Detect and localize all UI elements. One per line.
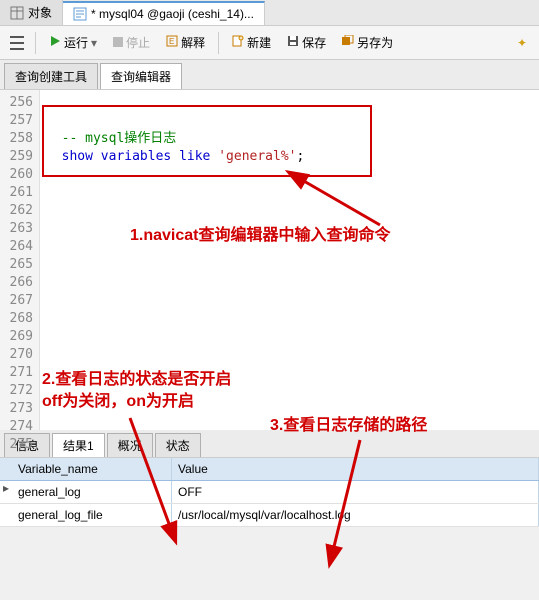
query-subtabs: 查询创建工具 查询编辑器 <box>0 60 539 90</box>
keyword: variables <box>101 149 171 164</box>
new-button[interactable]: 新建 <box>226 31 277 54</box>
semicolon: ; <box>297 149 305 164</box>
editor-area: 256 257 258 259 260 261 262 263 264 265 … <box>0 90 539 430</box>
save-button[interactable]: 保存 <box>281 31 332 54</box>
explain-label: 解释 <box>181 34 205 51</box>
save-label: 保存 <box>302 34 326 51</box>
cell-value: OFF <box>172 481 539 503</box>
line-number: 271 <box>0 364 33 382</box>
current-row-icon: ▸ <box>0 481 12 503</box>
string: 'general%' <box>218 149 296 164</box>
tab-label: 对象 <box>28 4 52 21</box>
stop-label: 停止 <box>126 34 150 51</box>
saveas-icon <box>342 35 354 50</box>
line-gutter: 256 257 258 259 260 261 262 263 264 265 … <box>0 90 40 430</box>
rtab-result1[interactable]: 结果1 <box>52 433 105 457</box>
save-icon <box>287 35 299 50</box>
menu-button[interactable] <box>6 30 28 56</box>
tab-query[interactable]: * mysql04 @gaoji (ceshi_14)... <box>63 1 265 25</box>
wand-icon: ✦ <box>517 36 527 50</box>
line-number: 258 <box>0 130 33 148</box>
saveas-label: 另存为 <box>357 34 393 51</box>
line-number: 272 <box>0 382 33 400</box>
play-icon <box>49 35 61 50</box>
result-table: Variable_name Value ▸ general_log OFF ge… <box>0 458 539 527</box>
dropdown-icon: ▾ <box>91 36 97 50</box>
table-header: Variable_name Value <box>0 458 539 481</box>
line-number: 260 <box>0 166 33 184</box>
code-comment: -- mysql操作日志 <box>62 131 177 146</box>
explain-icon: E <box>166 35 178 50</box>
separator <box>35 32 36 54</box>
line-number: 261 <box>0 184 33 202</box>
line-number: 264 <box>0 238 33 256</box>
th-variable-name[interactable]: Variable_name <box>12 458 172 480</box>
line-number: 273 <box>0 400 33 418</box>
run-label: 运行 <box>64 34 88 51</box>
new-icon <box>232 35 244 50</box>
th-value[interactable]: Value <box>172 458 539 480</box>
line-number: 256 <box>0 94 33 112</box>
row-marker <box>0 504 12 526</box>
run-button[interactable]: 运行 ▾ <box>43 31 103 54</box>
line-number: 274 <box>0 418 33 436</box>
line-number: 268 <box>0 310 33 328</box>
tab-objects[interactable]: 对象 <box>0 0 63 25</box>
cell-name: general_log <box>12 481 172 503</box>
tab-label: * mysql04 @gaoji (ceshi_14)... <box>91 7 254 21</box>
toolbar: 运行 ▾ 停止 E 解释 新建 保存 另存为 ✦ <box>0 26 539 60</box>
stop-button[interactable]: 停止 <box>107 31 156 54</box>
keyword: like <box>179 149 210 164</box>
new-label: 新建 <box>247 34 271 51</box>
line-number: 275 <box>0 436 33 454</box>
line-number: 262 <box>0 202 33 220</box>
cell-value: /usr/local/mysql/var/localhost.log <box>172 504 539 526</box>
line-number: 266 <box>0 274 33 292</box>
query-icon <box>73 7 87 21</box>
line-number: 267 <box>0 292 33 310</box>
cell-name: general_log_file <box>12 504 172 526</box>
line-number: 270 <box>0 346 33 364</box>
subtab-editor[interactable]: 查询编辑器 <box>100 63 182 89</box>
code-editor[interactable]: -- mysql操作日志 show variables like 'genera… <box>40 90 539 430</box>
svg-text:E: E <box>169 37 174 46</box>
table-icon <box>10 6 24 20</box>
document-tab-bar: 对象 * mysql04 @gaoji (ceshi_14)... <box>0 0 539 26</box>
separator <box>218 32 219 54</box>
line-number: 269 <box>0 328 33 346</box>
row-marker-header <box>0 458 12 480</box>
line-number: 257 <box>0 112 33 130</box>
line-number: 263 <box>0 220 33 238</box>
table-row[interactable]: general_log_file /usr/local/mysql/var/lo… <box>0 504 539 527</box>
line-number: 259 <box>0 148 33 166</box>
result-tabs: 信息 结果1 概况 状态 <box>0 430 539 458</box>
wand-button[interactable]: ✦ <box>511 33 533 53</box>
line-number: 265 <box>0 256 33 274</box>
rtab-profile[interactable]: 概况 <box>107 433 153 457</box>
explain-button[interactable]: E 解释 <box>160 31 211 54</box>
table-row[interactable]: ▸ general_log OFF <box>0 481 539 504</box>
stop-icon <box>113 36 123 50</box>
saveas-button[interactable]: 另存为 <box>336 31 399 54</box>
subtab-builder[interactable]: 查询创建工具 <box>4 63 98 89</box>
rtab-status[interactable]: 状态 <box>155 433 201 457</box>
keyword: show <box>62 149 93 164</box>
